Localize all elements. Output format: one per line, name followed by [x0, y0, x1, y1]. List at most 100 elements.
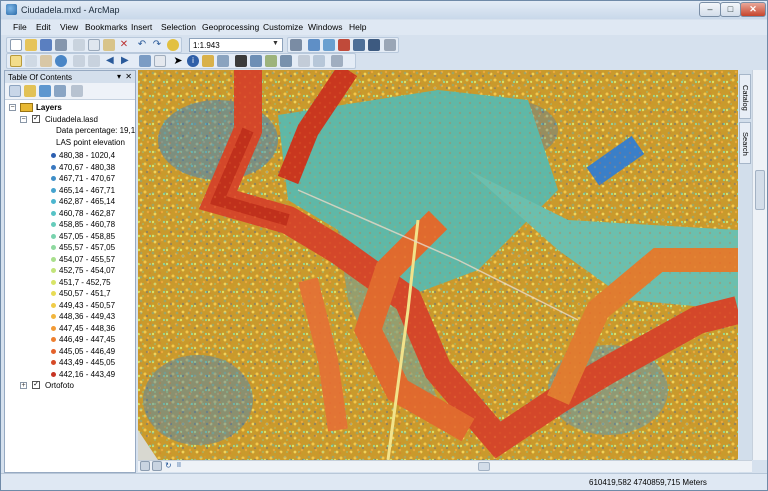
legend-class-label: 480,38 - 1020,4 [59, 151, 116, 160]
close-button[interactable]: ✕ [740, 2, 766, 17]
catalog-window-icon[interactable] [323, 39, 335, 51]
toolbar-options-icon[interactable] [384, 39, 396, 51]
select-elements-icon[interactable]: ➤ [172, 55, 184, 67]
undo-icon[interactable]: ↶ [136, 39, 148, 51]
auto-hide-pin-icon[interactable]: ▾ [117, 72, 121, 81]
print-icon[interactable] [55, 39, 67, 51]
select-features-icon[interactable] [139, 55, 151, 67]
back-icon[interactable]: ◀ [106, 55, 118, 67]
catalog-tab[interactable]: Catalog [739, 74, 751, 119]
tools-toolbar [287, 37, 399, 53]
refresh-icon[interactable]: ↻ [165, 461, 175, 471]
chevron-down-icon[interactable]: ▼ [272, 40, 281, 50]
html-popup-icon[interactable] [217, 55, 229, 67]
legend-symbol-icon [51, 360, 56, 365]
list-by-selection-icon[interactable] [54, 85, 66, 97]
map-display[interactable] [138, 70, 738, 460]
forward-icon[interactable]: ▶ [121, 55, 133, 67]
layer-visibility-checkbox[interactable]: ✓ [32, 381, 40, 389]
legend-class-label: 470,67 - 480,38 [59, 162, 116, 172]
close-icon[interactable]: ✕ [125, 72, 132, 81]
legend-symbol-icon [51, 176, 56, 181]
menu-insert[interactable]: Insert [131, 22, 152, 32]
collapse-icon[interactable]: − [20, 116, 27, 123]
save-icon[interactable] [40, 39, 52, 51]
list-by-visibility-icon[interactable] [39, 85, 51, 97]
editor-icon[interactable] [290, 39, 302, 51]
layers-label: Layers [36, 103, 62, 112]
renderer-label: LAS point elevation [56, 138, 125, 147]
create-viewer-window-icon[interactable] [313, 55, 325, 67]
menu-edit[interactable]: Edit [36, 22, 51, 32]
collapse-icon[interactable]: − [9, 104, 16, 111]
add-data-icon[interactable] [167, 39, 179, 51]
legend-class-label: 450,57 - 451,7 [59, 289, 111, 298]
list-by-drawing-order-icon[interactable] [9, 85, 21, 97]
zoom-in-icon[interactable] [10, 55, 22, 67]
menu-customize[interactable]: Customize [263, 22, 303, 32]
map-horizontal-scrollbar[interactable]: ↻ II [138, 460, 752, 472]
python-window-icon[interactable] [353, 39, 365, 51]
menu-geoprocessing[interactable]: Geoprocessing [202, 22, 259, 32]
list-by-source-icon[interactable] [24, 85, 36, 97]
fixed-zoom-out-icon[interactable] [88, 55, 100, 67]
find-icon[interactable] [235, 55, 247, 67]
lidar-point-cloud-map[interactable] [138, 70, 738, 460]
minimize-button[interactable]: – [699, 2, 721, 17]
hyperlink-icon[interactable] [202, 55, 214, 67]
legend-symbol-icon [51, 199, 56, 204]
legend-class-label: 452,75 - 454,07 [59, 266, 116, 275]
menu-file[interactable]: File [13, 22, 27, 32]
arcmap-app-icon [6, 4, 17, 15]
legend-symbol-icon [51, 210, 56, 216]
vertical-scroll-thumb[interactable] [755, 170, 765, 210]
paste-icon[interactable] [103, 39, 115, 51]
fixed-zoom-in-icon[interactable] [73, 55, 85, 67]
legend-symbol-icon [51, 348, 56, 354]
menu-help[interactable]: Help [349, 22, 366, 32]
catalog-tab-label: Catalog [741, 84, 750, 111]
side-dock: Catalog Search [739, 70, 752, 473]
pan-icon[interactable] [40, 55, 52, 67]
expand-icon[interactable]: + [20, 382, 27, 389]
arcmap-window: Ciudadela.mxd - ArcMap – □ ✕ File Edit V… [0, 0, 768, 491]
redo-icon[interactable]: ↷ [151, 39, 163, 51]
menu-bookmarks[interactable]: Bookmarks [85, 22, 128, 32]
layout-view-icon[interactable] [140, 461, 150, 471]
full-extent-icon[interactable] [55, 55, 67, 67]
table-icon[interactable] [308, 39, 320, 51]
go-to-xy-icon[interactable] [265, 55, 277, 67]
toc-options-icon[interactable] [71, 85, 83, 97]
legend-symbol-icon [51, 302, 56, 308]
toc-title: Table Of Contents [8, 73, 73, 82]
maximize-button[interactable]: □ [720, 2, 741, 17]
map-scale-combobox[interactable]: 1:1.943 ▼ [189, 38, 283, 52]
map-vertical-scrollbar[interactable] [752, 70, 767, 460]
data-view-icon[interactable] [152, 461, 162, 471]
model-builder-icon[interactable] [368, 39, 380, 51]
zoom-out-icon[interactable] [25, 55, 37, 67]
window-title: Ciudadela.mxd - ArcMap [21, 5, 120, 15]
delete-icon[interactable]: ✕ [118, 39, 130, 51]
arctoolbox-icon[interactable] [338, 39, 350, 51]
time-slider-icon[interactable] [298, 55, 310, 67]
toolbar-more-icon[interactable] [331, 55, 343, 67]
horizontal-scroll-thumb[interactable] [478, 462, 490, 471]
cut-icon[interactable] [73, 39, 85, 51]
measure-icon[interactable] [280, 55, 292, 67]
identify-icon[interactable]: i [187, 55, 199, 67]
open-folder-icon[interactable] [25, 39, 37, 51]
layer-visibility-checkbox[interactable]: ✓ [32, 115, 40, 123]
copy-icon[interactable] [88, 39, 100, 51]
menu-view[interactable]: View [60, 22, 78, 32]
menu-selection[interactable]: Selection [161, 22, 196, 32]
cursor-coordinates: 610419,582 4740859,715 Meters [589, 478, 707, 487]
pause-drawing-icon[interactable]: II [177, 461, 187, 471]
search-tab[interactable]: Search [739, 122, 751, 164]
legend-class-label: 447,45 - 448,36 [59, 323, 116, 333]
new-document-icon[interactable] [10, 39, 22, 51]
menu-windows[interactable]: Windows [308, 22, 342, 32]
find-route-icon[interactable] [250, 55, 262, 67]
layer-name: Ciudadela.lasd [45, 115, 98, 124]
clear-selection-icon[interactable] [154, 55, 166, 67]
